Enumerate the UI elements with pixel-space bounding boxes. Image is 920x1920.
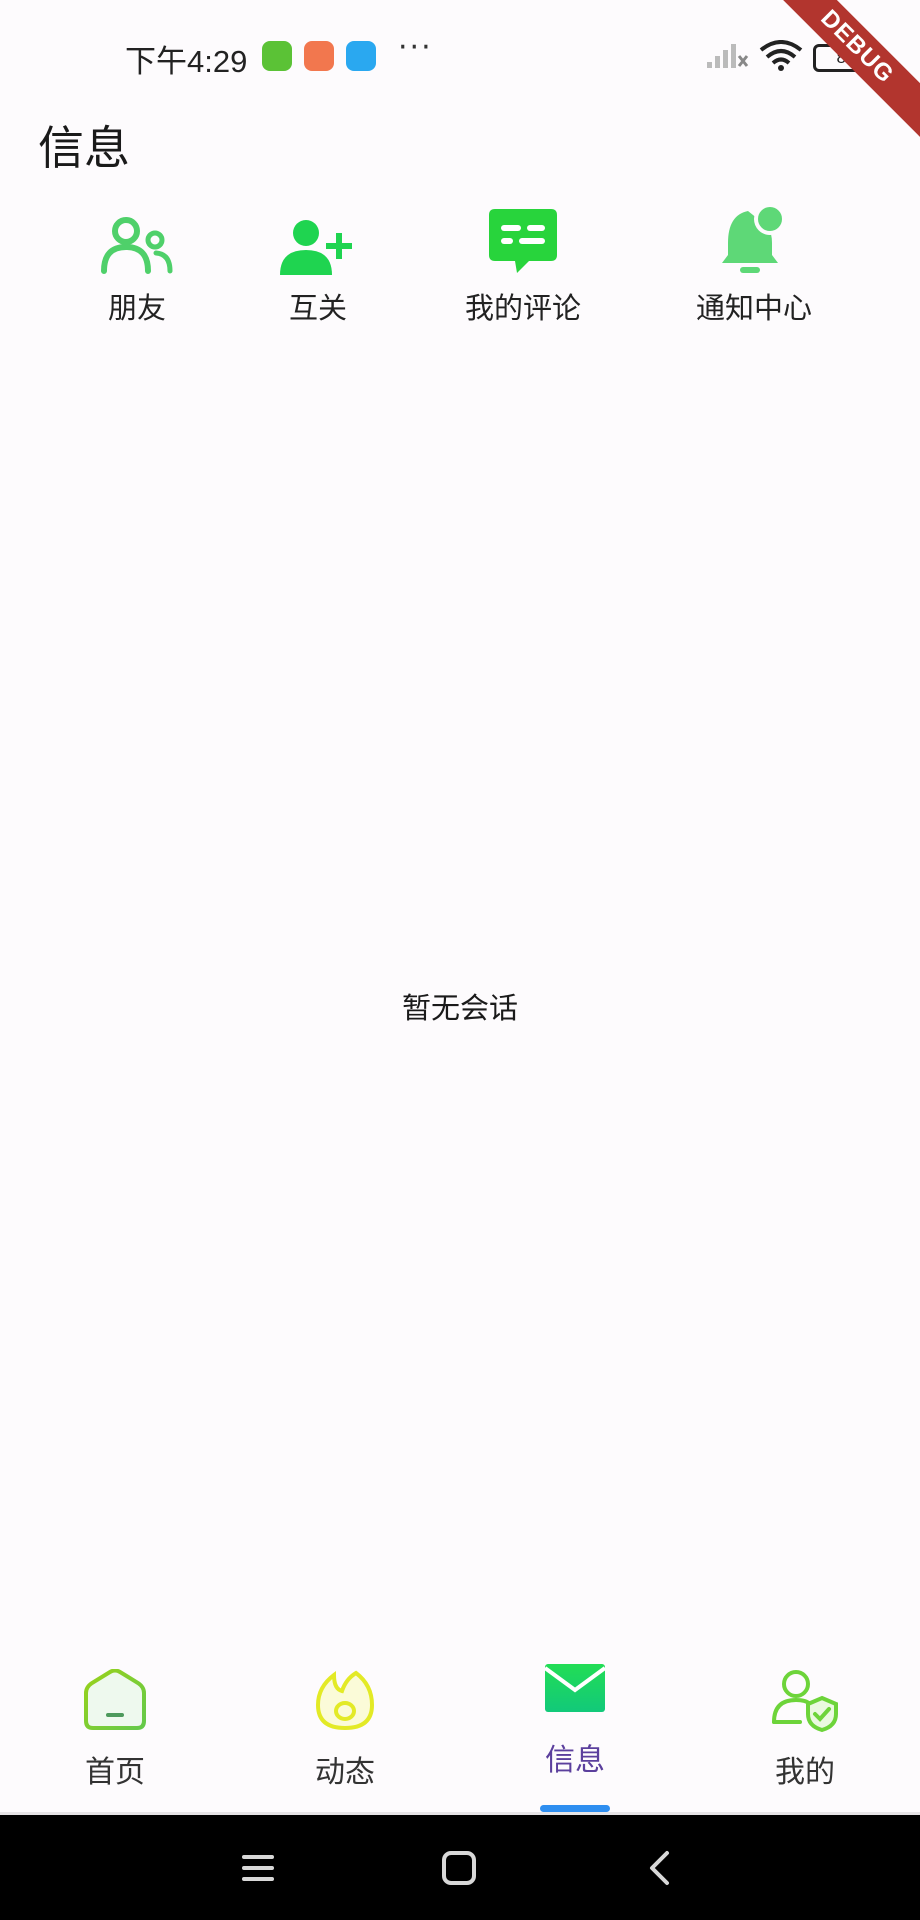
system-menu-button[interactable] [198,1815,318,1920]
friends-icon [101,217,173,274]
nav-profile-label: 我的 [775,1755,835,1790]
comment-icon [489,209,557,273]
menu-icon [242,1854,274,1881]
shortcut-notification-label: 通知中心 [695,291,812,325]
app-notification-icon-green [262,41,292,71]
profile-shield-icon [772,1669,838,1732]
nav-moments-label: 动态 [315,1755,375,1790]
more-notifications-icon: ··· [398,30,433,65]
nav-tab-profile[interactable]: 我的 [705,1640,905,1791]
app-notification-icon-blue [346,41,376,71]
system-navigation-bar [0,1815,920,1920]
add-follow-icon [280,220,352,275]
bottom-navigation: 首页 动态 信息 我的 [0,1640,920,1810]
app-notification-icon-orange [304,41,334,71]
shortcut-friends-label: 朋友 [107,291,166,325]
status-time: 下午4:29 [125,44,248,79]
nav-home-label: 首页 [85,1755,145,1790]
nav-tab-moments[interactable]: 动态 [245,1640,445,1791]
shortcut-comments-label: 我的评论 [464,291,581,325]
shortcut-friends[interactable]: 朋友 [37,205,237,327]
empty-conversations-text: 暂无会话 [401,991,518,1025]
nav-tab-messages[interactable]: 信息 [475,1640,675,1779]
signal-icon [707,44,749,68]
back-chevron-icon [650,1850,669,1885]
notification-bell-icon [722,203,786,273]
page-title: 信息 [38,121,130,175]
shortcut-my-comments[interactable]: 我的评论 [423,205,623,327]
mail-icon [545,1663,605,1712]
status-bar: 下午4:29 ··· 84 [0,0,920,110]
nav-messages-label: 信息 [545,1743,605,1778]
shortcut-row: 朋友 互关 我的评论 通知中心 [0,203,920,335]
square-home-icon [442,1850,476,1885]
active-tab-indicator [540,1805,610,1812]
wifi-icon [759,40,803,71]
home-icon [84,1668,146,1730]
system-home-button[interactable] [399,1815,519,1920]
flame-icon [315,1670,375,1730]
nav-tab-home[interactable]: 首页 [15,1640,215,1791]
shortcut-mutual-label: 互关 [288,291,347,325]
shortcut-notification-center[interactable]: 通知中心 [654,203,854,327]
shortcut-mutual-follow[interactable]: 互关 [218,205,418,327]
system-back-button[interactable] [599,1815,719,1920]
